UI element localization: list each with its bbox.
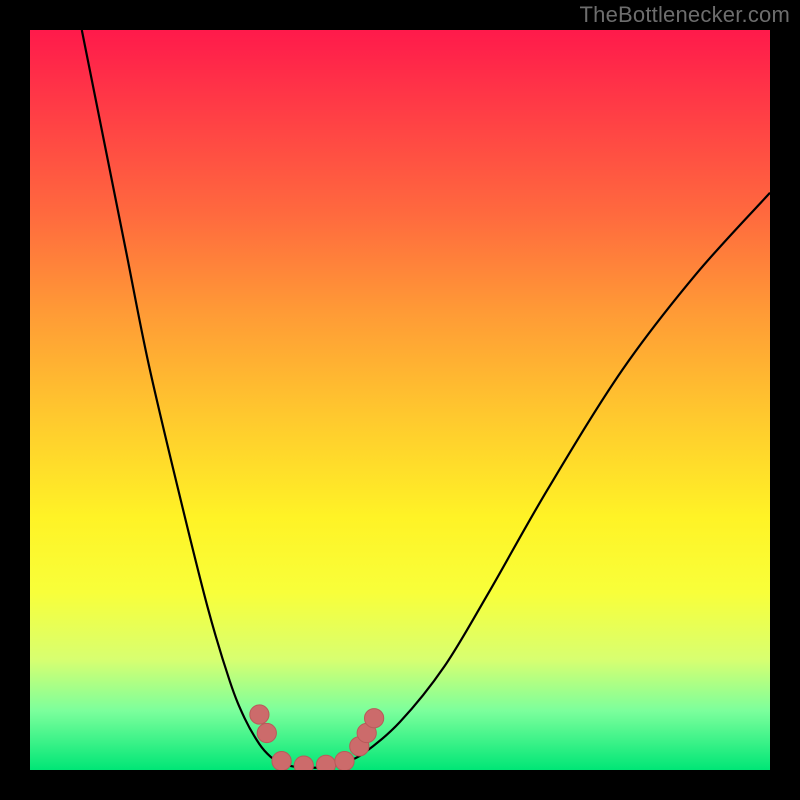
curve-layer [30,30,770,770]
curve-right [341,193,770,764]
data-marker [364,709,383,728]
curve-left [82,30,282,764]
data-marker [335,752,354,771]
watermark-text: TheBottlenecker.com [580,2,790,28]
data-marker [316,755,335,770]
data-marker [272,752,291,771]
data-marker [294,756,313,770]
chart-frame: TheBottlenecker.com [0,0,800,800]
marker-group [250,705,384,770]
data-marker [250,705,269,724]
plot-area [30,30,770,770]
data-marker [257,723,276,742]
